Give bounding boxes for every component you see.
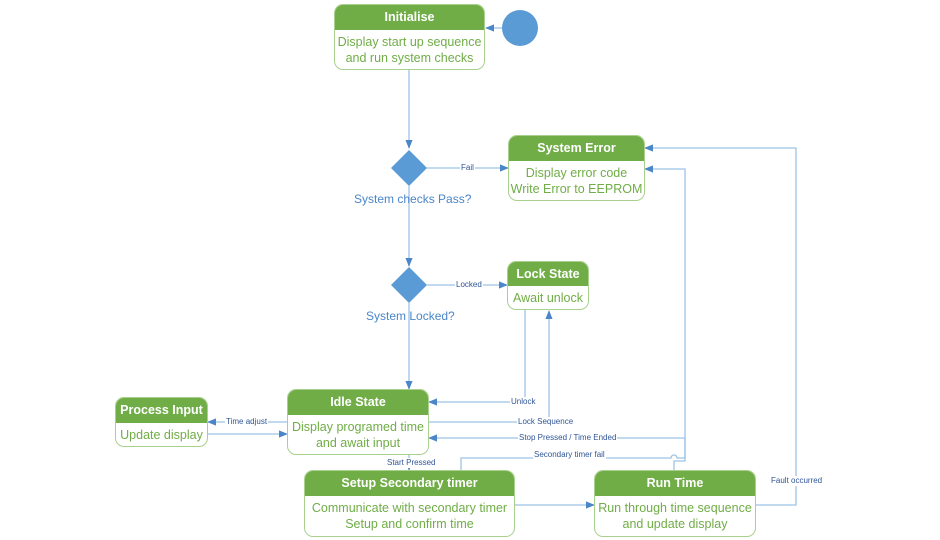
- state-initialise: Initialise Display start up sequence and…: [334, 4, 485, 70]
- state-body: Display programed time and await input: [288, 415, 428, 451]
- transition-label-unlock: Unlock: [510, 397, 537, 407]
- state-system-error: System Error Display error code Write Er…: [508, 135, 645, 201]
- state-body: Display error code Write Error to EEPROM: [509, 161, 644, 197]
- state-lock: Lock State Await unlock: [507, 261, 589, 310]
- state-process-input: Process Input Update display: [115, 397, 208, 447]
- transition-label-secondary-fail: Secondary timer fail: [533, 450, 606, 460]
- state-body-line: Update display: [120, 428, 203, 442]
- state-title: Lock State: [508, 262, 588, 286]
- state-body-line: and update display: [622, 517, 728, 531]
- state-title: System Error: [509, 136, 644, 161]
- state-body: Communicate with secondary timer Setup a…: [305, 496, 514, 532]
- state-body-line: Display programed time: [292, 420, 424, 434]
- state-setup-secondary: Setup Secondary timer Communicate with s…: [304, 470, 515, 537]
- state-title: Initialise: [335, 5, 484, 30]
- edge-unlock: [428, 310, 526, 406]
- state-body: Run through time sequence and update dis…: [595, 496, 755, 532]
- state-title: Idle State: [288, 390, 428, 415]
- state-body-line: Await unlock: [513, 291, 583, 305]
- transition-label-fault-occurred: Fault occurred: [770, 476, 824, 486]
- state-body: Await unlock: [508, 286, 588, 306]
- transition-label-time-adjust: Time adjust: [225, 417, 269, 427]
- state-body-line: and await input: [315, 436, 401, 450]
- start-node: [502, 10, 538, 46]
- transition-label-lock-sequence: Lock Sequence: [517, 417, 575, 427]
- decision-system-locked-shape: [391, 267, 427, 303]
- state-title: Process Input: [116, 398, 207, 423]
- decision-system-locked-label: System Locked?: [366, 309, 455, 323]
- state-body: Update display: [116, 423, 207, 443]
- state-body-line: Communicate with secondary timer: [311, 501, 508, 515]
- state-title: Setup Secondary timer: [305, 471, 514, 496]
- transition-label-locked: Locked: [455, 280, 483, 290]
- state-body: Display start up sequence and run system…: [335, 30, 484, 66]
- state-body-line: Display error code: [525, 166, 628, 180]
- state-body-line: Display start up sequence: [337, 35, 482, 49]
- state-run-time: Run Time Run through time sequence and u…: [594, 470, 756, 537]
- state-body-line: Setup and confirm time: [345, 517, 474, 531]
- edge-fault: [644, 144, 797, 506]
- state-body-line: and run system checks: [345, 51, 474, 65]
- state-title: Run Time: [595, 471, 755, 496]
- connector-layer: [207, 10, 797, 509]
- state-body-line: Run through time sequence: [598, 501, 752, 515]
- transition-label-stop-pressed: Stop Pressed / Time Ended: [518, 433, 618, 443]
- transition-label-fail: Fail: [460, 163, 475, 173]
- state-body-line: Write Error to EEPROM: [510, 182, 643, 196]
- decision-system-checks-label: System checks Pass?: [354, 192, 472, 206]
- decision-system-checks-shape: [391, 150, 427, 186]
- state-idle: Idle State Display programed time and aw…: [287, 389, 429, 455]
- transition-label-start-pressed: Start Pressed: [386, 458, 437, 468]
